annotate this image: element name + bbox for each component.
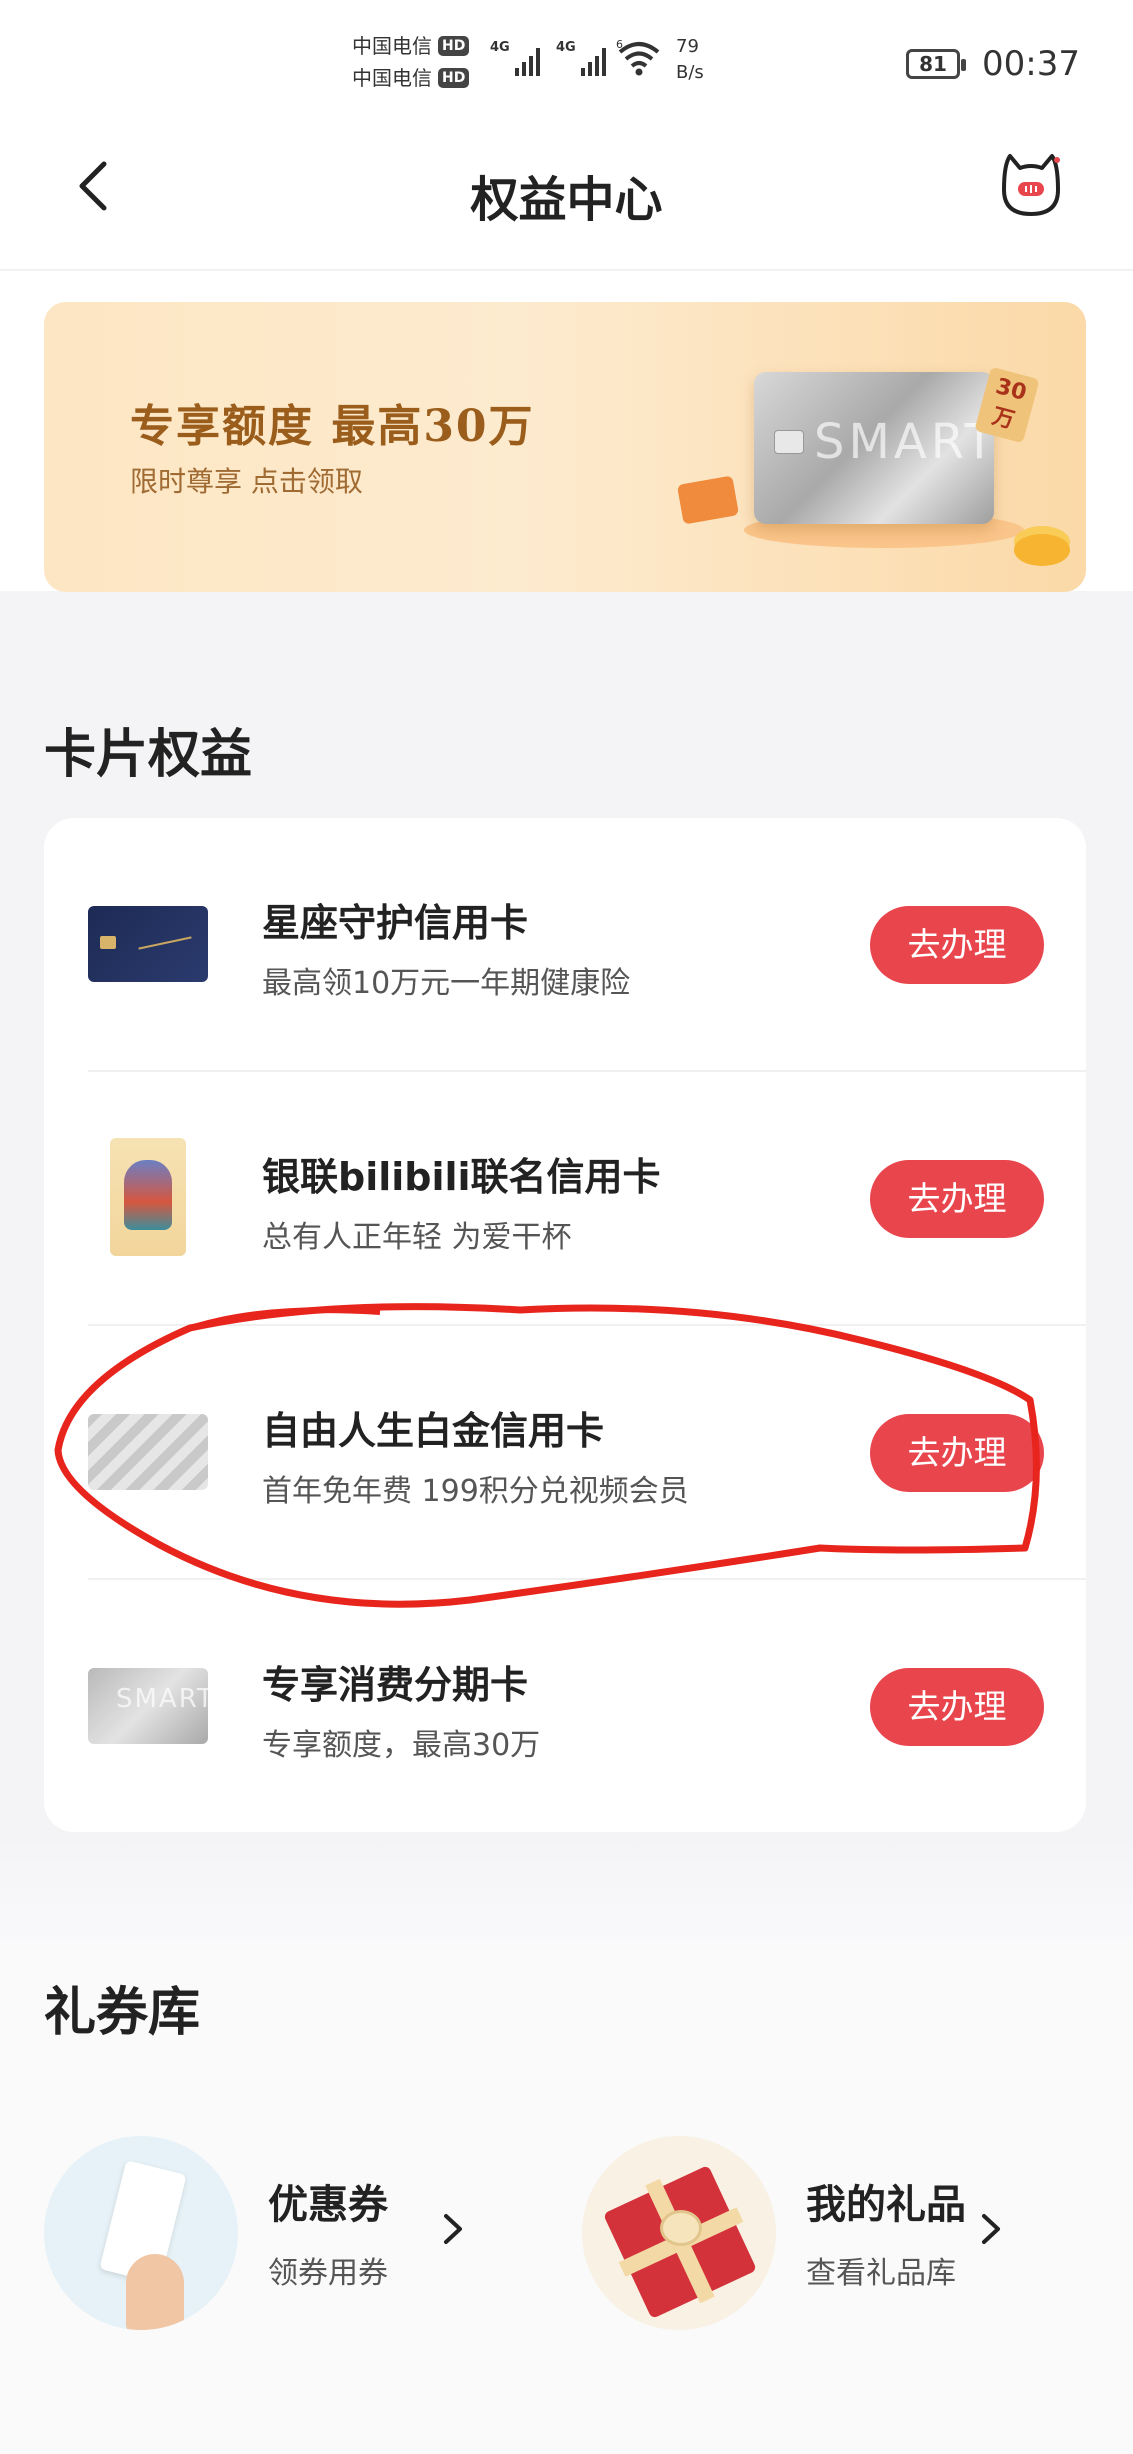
section-fade	[0, 1832, 1133, 1942]
gift-entry-title: 我的礼品	[806, 2182, 966, 2228]
banner-title: 专享额度 最高30万	[130, 401, 535, 452]
gift-entry-subtitle: 查看礼品库	[806, 2256, 956, 2291]
carrier-info: 中国电信 HD 中国电信 HD	[352, 30, 470, 94]
wifi-tag: 6	[616, 38, 623, 51]
coupon-entry-title: 优惠券	[268, 2182, 388, 2228]
card-thumbnail	[88, 1414, 208, 1490]
coupon-entry-subtitle: 领券用券	[268, 2256, 388, 2291]
signal-icon: 4G	[556, 40, 606, 76]
speed-value: 79	[676, 36, 699, 57]
card-description: 总有人正年轻 为爱干杯	[262, 1220, 572, 1255]
coin-stack-icon	[1014, 534, 1070, 566]
screen: 中国电信 HD 中国电信 HD 4G 4G 6 79 B/s 81 00:37 …	[0, 0, 1133, 2454]
section-title-card-benefits: 卡片权益	[44, 725, 253, 785]
wifi-icon: 6	[616, 38, 660, 76]
page-title: 权益中心	[470, 172, 663, 228]
card-description: 专享额度，最高30万	[262, 1728, 541, 1763]
card-name: 银联bilibili联名信用卡	[262, 1155, 661, 1199]
carrier-name: 中国电信	[352, 66, 432, 90]
hd-badge: HD	[438, 68, 470, 88]
banner-subtitle: 限时尊享 点击领取	[130, 465, 363, 498]
card-name: 专享消费分期卡	[262, 1663, 529, 1707]
gift-box-icon	[582, 2136, 776, 2330]
network-speed: 79 B/s	[676, 34, 704, 86]
coupon-entry[interactable]: 优惠券 领券用券	[44, 2136, 544, 2332]
apply-button[interactable]: 去办理	[870, 1160, 1044, 1238]
card-thumbnail	[110, 1138, 186, 1256]
card-description: 最高领10万元一年期健康险	[262, 966, 631, 1001]
card-brand-text: SMART	[116, 1684, 208, 1714]
card-name: 自由人生白金信用卡	[262, 1409, 605, 1453]
card-item[interactable]: SMART 专享消费分期卡 专享额度，最高30万 去办理	[44, 1580, 1086, 1834]
card-thumbnail: SMART	[88, 1668, 208, 1744]
gift-box-icon	[676, 475, 740, 525]
nav-bar: 权益中心	[0, 120, 1133, 270]
card-item[interactable]: 自由人生白金信用卡 首年免年费 199积分兑视频会员 去办理	[44, 1326, 1086, 1580]
network-type-label: 4G	[556, 40, 576, 55]
signal-icon: 4G	[490, 40, 540, 76]
coupon-hand-icon	[44, 2136, 238, 2330]
apply-button[interactable]: 去办理	[870, 1668, 1044, 1746]
chevron-right-icon	[982, 2214, 1000, 2244]
hd-badge: HD	[438, 36, 470, 56]
clock: 00:37	[982, 44, 1080, 84]
card-name: 星座守护信用卡	[262, 901, 529, 945]
card-chip-icon	[774, 430, 804, 454]
card-item[interactable]: 星座守护信用卡 最高领10万元一年期健康险 去办理	[44, 818, 1086, 1072]
apply-button[interactable]: 去办理	[870, 1414, 1044, 1492]
speed-unit: B/s	[676, 62, 704, 83]
battery-icon: 81	[906, 49, 966, 79]
gift-entry[interactable]: 我的礼品 查看礼品库	[582, 2136, 1082, 2332]
promo-banner[interactable]: 专享额度 最高30万 限时尊享 点击领取 SMART 30 万	[44, 302, 1086, 592]
section-title-coupon-library: 礼券库	[44, 1983, 201, 2043]
card-benefits-list: 星座守护信用卡 最高领10万元一年期健康险 去办理 银联bilibili联名信用…	[44, 818, 1086, 1832]
card-item[interactable]: 银联bilibili联名信用卡 总有人正年轻 为爱干杯 去办理	[44, 1072, 1086, 1326]
chevron-right-icon	[444, 2214, 462, 2244]
card-thumbnail	[88, 906, 208, 982]
network-type-label: 4G	[490, 40, 510, 55]
cat-mascot-icon[interactable]	[996, 150, 1066, 220]
apply-button[interactable]: 去办理	[870, 906, 1044, 984]
card-brand-text: SMART	[814, 414, 998, 470]
status-bar: 中国电信 HD 中国电信 HD 4G 4G 6 79 B/s 81 00:37	[0, 0, 1133, 120]
credit-card-image: SMART	[754, 372, 994, 524]
carrier-name: 中国电信	[352, 34, 432, 58]
card-description: 首年免年费 199积分兑视频会员	[262, 1474, 689, 1509]
